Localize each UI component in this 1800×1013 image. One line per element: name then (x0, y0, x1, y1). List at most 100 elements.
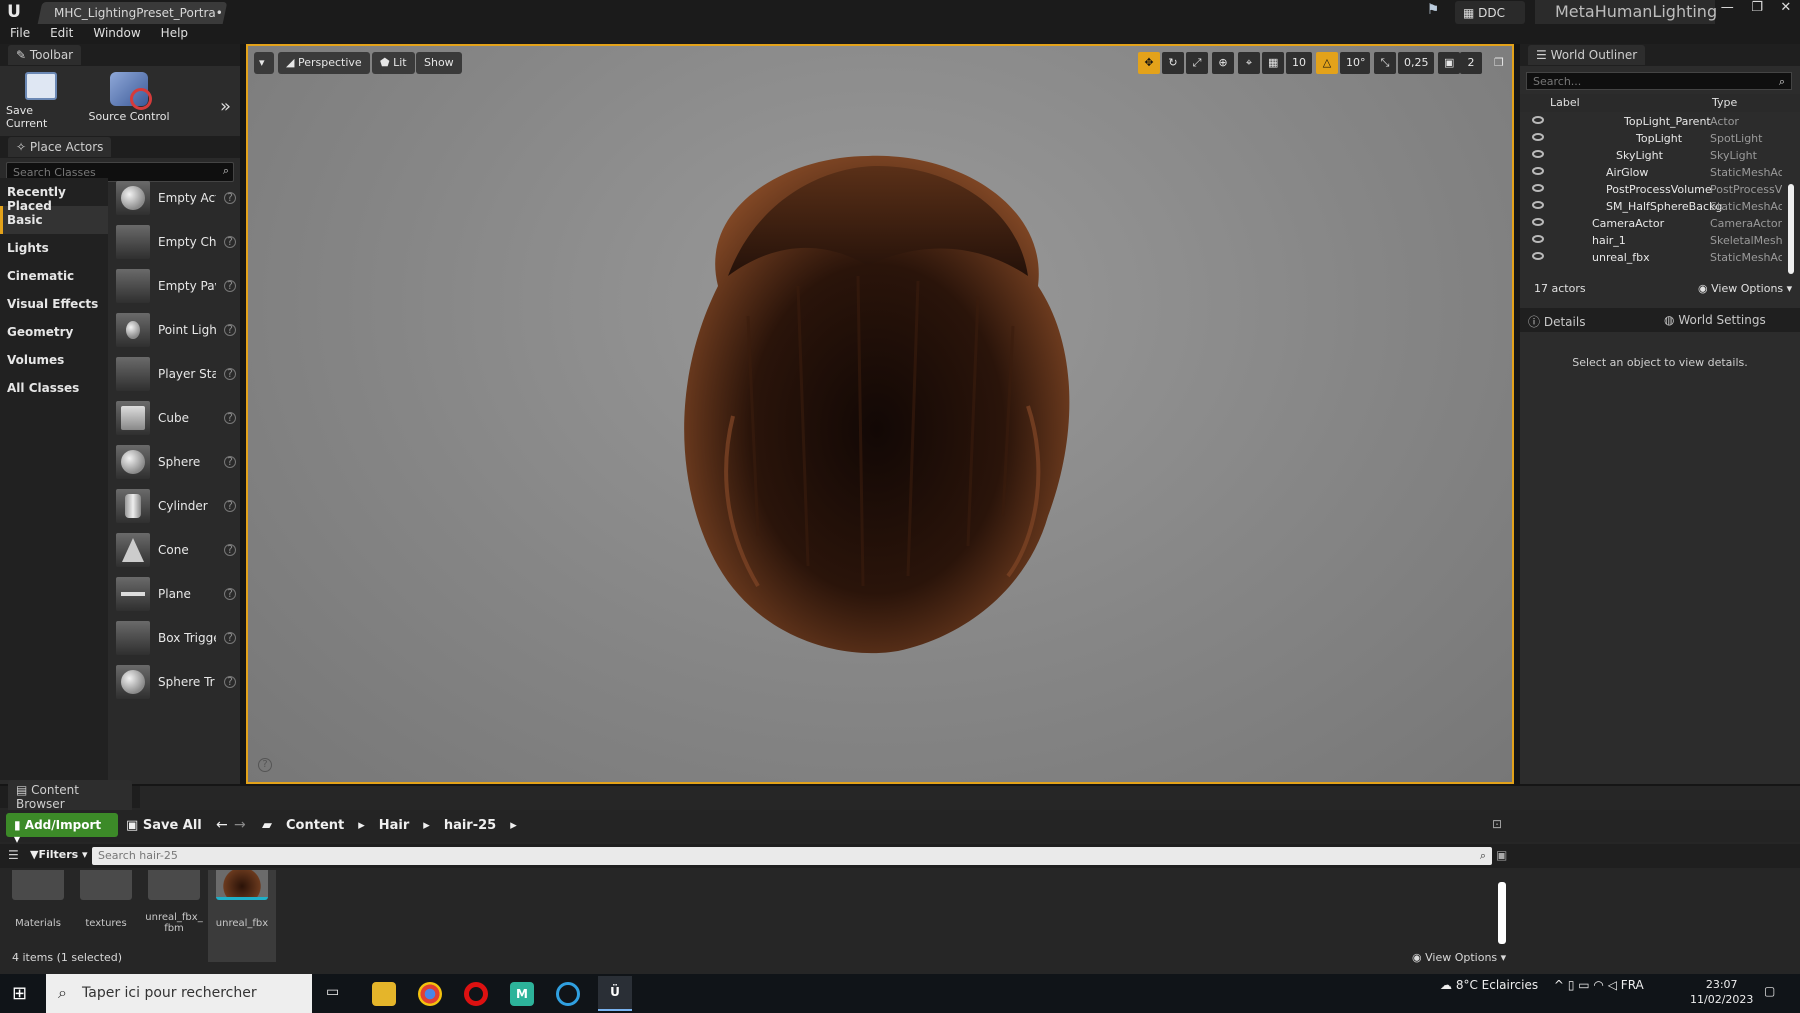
viewport-help-icon[interactable]: ? (258, 758, 272, 772)
actor-item[interactable]: Plane? (116, 572, 238, 616)
visibility-eye-icon[interactable] (1532, 201, 1544, 209)
content-browser-tab[interactable]: ▤ Content Browser (0, 780, 140, 814)
actor-item[interactable]: Cube? (116, 396, 238, 440)
actor-item[interactable]: Empty Pav? (116, 264, 238, 308)
camera-speed-value[interactable]: 2 (1460, 52, 1482, 74)
crumb-hair-25[interactable]: hair-25 (444, 818, 496, 833)
place-actors-tab[interactable]: ✧ Place Actors (0, 136, 240, 158)
outliner-row[interactable]: TopLight SpotLight (1520, 131, 1788, 148)
visibility-eye-icon[interactable] (1532, 167, 1544, 175)
rotation-snap-value[interactable]: 10° (1340, 52, 1370, 74)
outliner-row[interactable]: hair_1 SkeletalMesh (1520, 233, 1788, 250)
source-control-status-icon[interactable]: ⚑ (1420, 2, 1446, 22)
actor-item[interactable]: Sphere Tr? (116, 660, 238, 704)
show-button[interactable]: Show (416, 52, 462, 74)
task-view-icon[interactable]: ▭ (326, 984, 339, 1000)
language-indicator[interactable]: FRA (1621, 978, 1644, 992)
cinema-app-icon[interactable] (556, 982, 580, 1006)
details-tab[interactable]: ⓘ Details (1528, 313, 1585, 330)
scale-snap-icon[interactable]: ⤡ (1374, 52, 1396, 74)
clock[interactable]: 23:07 11/02/2023 (1690, 977, 1753, 1007)
category-geometry[interactable]: Geometry (0, 318, 108, 346)
unreal-taskbar-icon[interactable]: Ü (598, 976, 632, 1011)
category-lights[interactable]: Lights (0, 234, 108, 262)
actor-item[interactable]: Cone? (116, 528, 238, 572)
rotate-icon[interactable]: ↻ (1162, 52, 1184, 74)
minimize-icon[interactable]: — (1721, 0, 1734, 24)
outliner-row[interactable]: PostProcessVolume PostProcessV (1520, 182, 1788, 199)
menu-file[interactable]: File (10, 26, 30, 42)
outliner-row[interactable]: unreal_fbx StaticMeshAc (1520, 250, 1788, 267)
actor-item[interactable]: Cylinder? (116, 484, 238, 528)
asset-folder[interactable]: Materials (8, 870, 68, 962)
sources-toggle-icon[interactable]: ☰ (8, 848, 19, 862)
outliner-search-input[interactable]: Search... ⌕ (1526, 72, 1792, 90)
help-icon[interactable]: ? (224, 456, 236, 468)
menu-help[interactable]: Help (161, 26, 188, 42)
actor-item[interactable]: Point Light? (116, 308, 238, 352)
asset-static-mesh-selected[interactable]: unreal_fbx (208, 870, 276, 962)
help-icon[interactable]: ? (224, 236, 236, 248)
grid-snap-icon[interactable]: ▦ (1262, 52, 1284, 74)
actor-item[interactable]: Player Sta? (116, 352, 238, 396)
maya-icon[interactable]: M (510, 982, 534, 1006)
chrome-icon[interactable] (418, 982, 442, 1006)
level-tab[interactable]: MHC_LightingPreset_Portra• (37, 2, 228, 24)
grid-snap-value[interactable]: 10 (1286, 52, 1312, 74)
weather-text[interactable]: 8°C Eclaircies (1456, 978, 1538, 992)
help-icon[interactable]: ? (224, 368, 236, 380)
category-visual-effects[interactable]: Visual Effects (0, 290, 108, 318)
back-arrow-icon[interactable]: ← (216, 817, 228, 833)
help-icon[interactable]: ? (224, 412, 236, 424)
crumb-content[interactable]: Content (286, 818, 344, 833)
outliner-row[interactable]: SM_HalfSphereBackg StaticMeshAc (1520, 199, 1788, 216)
outliner-scrollbar[interactable] (1788, 184, 1794, 274)
visibility-eye-icon[interactable] (1532, 184, 1544, 192)
content-search-input[interactable]: Search hair-25 ⌕ (92, 847, 1492, 865)
rotation-snap-icon[interactable]: △ (1316, 52, 1338, 74)
content-scrollbar[interactable] (1498, 882, 1506, 944)
category-cinematic[interactable]: Cinematic (0, 262, 108, 290)
ddc-indicator[interactable]: ▦ DDC (1455, 1, 1525, 24)
outliner-view-options[interactable]: ◉ View Options ▾ (1698, 282, 1792, 295)
taskbar-search[interactable]: ⌕ Taper ici pour rechercher (46, 974, 312, 1013)
opera-icon[interactable] (464, 982, 488, 1006)
translate-icon[interactable]: ✥ (1138, 52, 1160, 74)
category-all-classes[interactable]: All Classes (0, 374, 108, 402)
help-icon[interactable]: ? (224, 544, 236, 556)
visibility-eye-icon[interactable] (1532, 116, 1544, 124)
file-explorer-icon[interactable] (372, 982, 396, 1006)
windows-start-icon[interactable]: ⊞ (12, 983, 27, 1004)
actor-item[interactable]: Empty Act? (116, 176, 238, 220)
save-current-button[interactable]: Save Current (6, 72, 76, 130)
outliner-row[interactable]: TopLight_Parent Actor (1520, 114, 1788, 131)
column-type-header[interactable]: Type (1712, 96, 1737, 109)
world-local-icon[interactable]: ⊕ (1212, 52, 1234, 74)
viewport-options-button[interactable]: ▾ (254, 52, 274, 74)
add-import-button[interactable]: ▮ Add/Import ▾ (6, 813, 118, 846)
menu-window[interactable]: Window (93, 26, 140, 42)
notifications-icon[interactable]: ▢ (1764, 984, 1775, 998)
level-viewport[interactable]: ▾ ◢ Perspective ⬟ Lit Show ✥ ↻ ⤢ ⊕ ⌖ ▦ 1… (246, 44, 1514, 784)
save-all-button[interactable]: ▣ Save All (126, 813, 202, 838)
outliner-row[interactable]: SkyLight SkyLight (1520, 148, 1788, 165)
filters-button[interactable]: ▼Filters ▾ (30, 848, 88, 861)
help-icon[interactable]: ? (224, 324, 236, 336)
forward-arrow-icon[interactable]: → (234, 817, 246, 833)
lock-icon[interactable]: ⊡ (1492, 817, 1502, 831)
save-search-icon[interactable]: ▣ (1496, 848, 1507, 862)
chevron-right-icon[interactable]: ▸ (510, 818, 517, 833)
maximize-viewport-icon[interactable]: ❐ (1488, 52, 1506, 74)
outliner-row[interactable]: CameraActor CameraActor (1520, 216, 1788, 233)
menu-edit[interactable]: Edit (50, 26, 73, 42)
visibility-eye-icon[interactable] (1532, 218, 1544, 226)
tray-icon[interactable]: ▯ (1568, 978, 1575, 992)
actor-item[interactable]: Sphere? (116, 440, 238, 484)
close-icon[interactable]: ✕ (1780, 0, 1791, 24)
wifi-icon[interactable]: ◠ (1593, 978, 1603, 992)
battery-icon[interactable]: ▭ (1578, 978, 1589, 992)
asset-folder[interactable]: unreal_fbx_ fbm (144, 870, 204, 962)
surface-snap-icon[interactable]: ⌖ (1238, 52, 1260, 74)
crumb-hair[interactable]: Hair (379, 818, 410, 833)
help-icon[interactable]: ? (224, 632, 236, 644)
